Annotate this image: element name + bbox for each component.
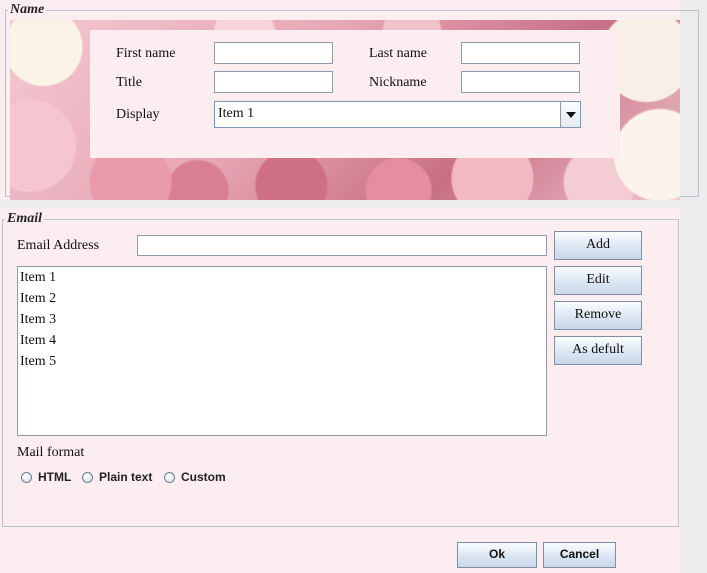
first-name-field[interactable] bbox=[214, 42, 333, 64]
nickname-label: Nickname bbox=[369, 75, 427, 90]
display-combobox[interactable]: Item 1 bbox=[214, 101, 581, 128]
radio-unchecked-icon[interactable] bbox=[82, 471, 93, 483]
title-field[interactable] bbox=[214, 71, 333, 93]
list-item[interactable]: Item 1 bbox=[20, 270, 56, 286]
cancel-button[interactable]: Cancel bbox=[543, 542, 616, 568]
list-item[interactable]: Item 5 bbox=[20, 354, 56, 370]
nickname-field[interactable] bbox=[461, 71, 580, 93]
name-legend: Name bbox=[10, 2, 45, 17]
display-dropdown-button[interactable] bbox=[560, 102, 580, 127]
email-list[interactable]: Item 1 Item 2 Item 3 Item 4 Item 5 bbox=[17, 266, 547, 436]
display-selected-value: Item 1 bbox=[218, 106, 255, 121]
last-name-field[interactable] bbox=[461, 42, 580, 64]
radio-html-label: HTML bbox=[38, 470, 72, 484]
mail-format-label: Mail format bbox=[17, 445, 85, 460]
remove-button[interactable]: Remove bbox=[554, 301, 642, 330]
ok-button[interactable]: Ok bbox=[457, 542, 537, 568]
email-address-label: Email Address bbox=[17, 238, 100, 253]
radio-custom-label: Custom bbox=[181, 470, 226, 484]
chevron-down-icon bbox=[566, 112, 576, 118]
list-item[interactable]: Item 4 bbox=[20, 333, 56, 349]
last-name-label: Last name bbox=[369, 46, 427, 61]
edit-button[interactable]: Edit bbox=[554, 266, 642, 295]
radio-unchecked-icon[interactable] bbox=[21, 471, 32, 483]
radio-unchecked-icon[interactable] bbox=[164, 471, 175, 483]
radio-html[interactable]: HTML bbox=[21, 468, 71, 486]
email-address-field[interactable] bbox=[137, 235, 547, 256]
radio-custom[interactable]: Custom bbox=[164, 468, 226, 486]
email-legend: Email bbox=[7, 211, 43, 226]
section-gap bbox=[0, 200, 707, 208]
radio-plain-text-label: Plain text bbox=[99, 470, 153, 484]
title-label: Title bbox=[116, 75, 142, 90]
add-button[interactable]: Add bbox=[554, 231, 642, 260]
list-item[interactable]: Item 3 bbox=[20, 312, 56, 328]
first-name-label: First name bbox=[116, 46, 176, 61]
display-label: Display bbox=[116, 107, 160, 122]
as-default-button[interactable]: As defult bbox=[554, 336, 642, 365]
radio-plain-text[interactable]: Plain text bbox=[82, 468, 152, 486]
list-item[interactable]: Item 2 bbox=[20, 291, 56, 307]
